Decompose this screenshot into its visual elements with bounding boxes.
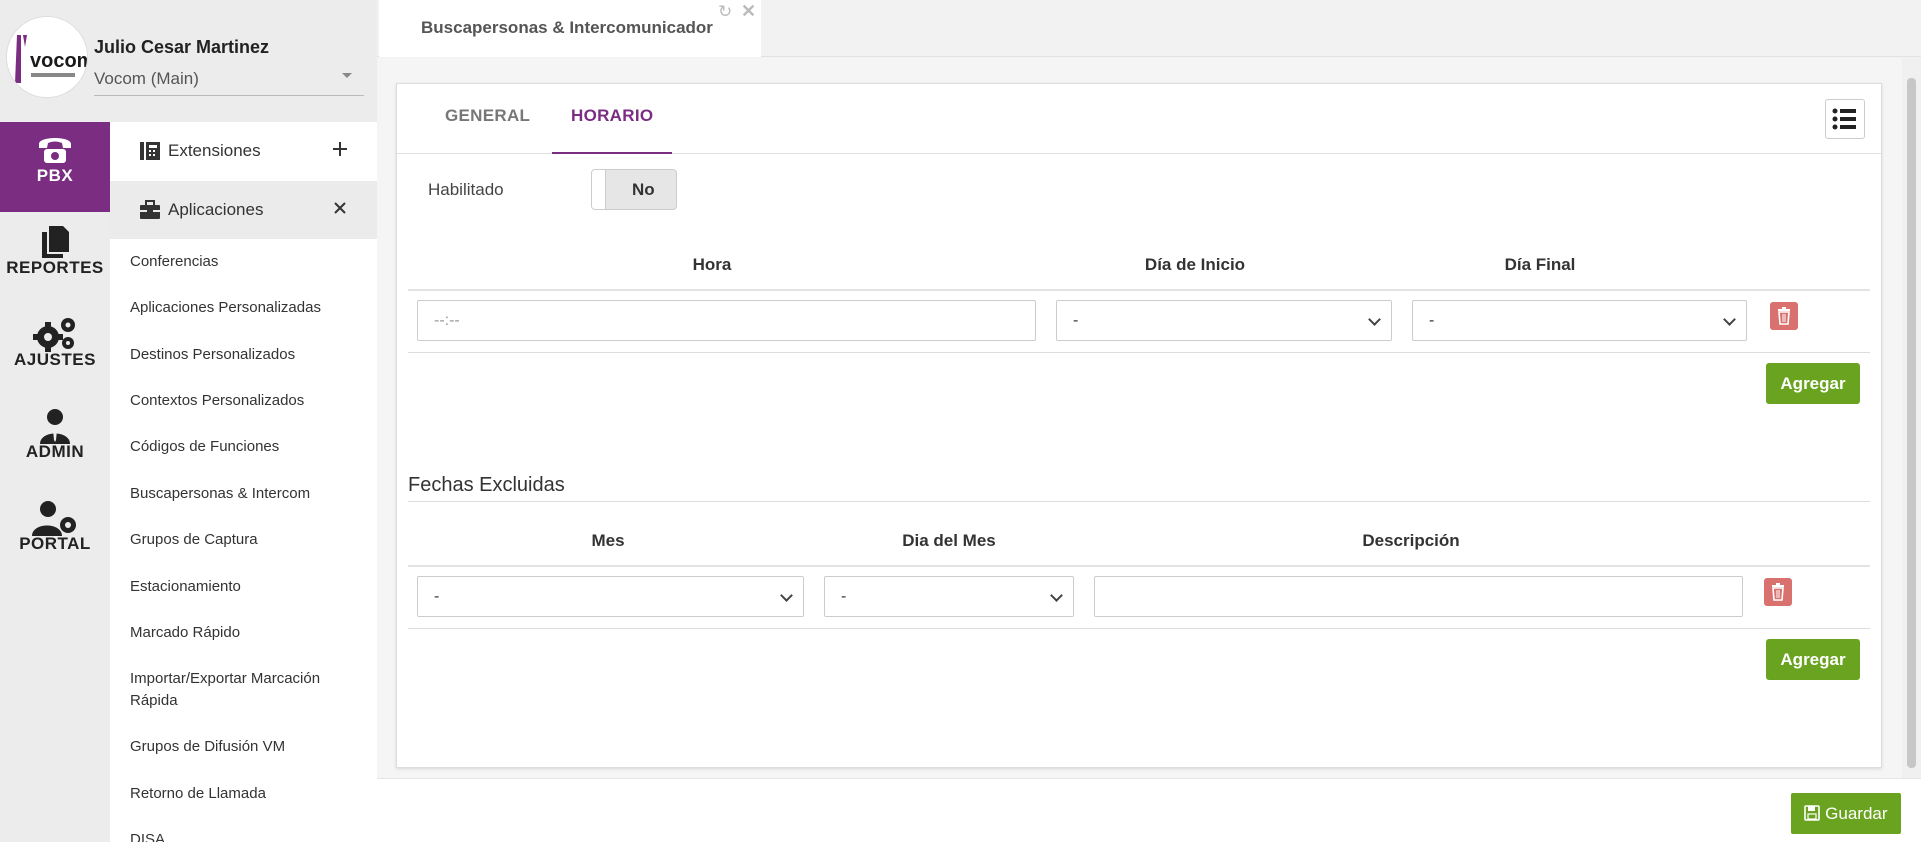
user-tie-icon	[0, 398, 110, 444]
add-schedule-button[interactable]: Agregar	[1766, 363, 1860, 404]
main-scrollbar[interactable]	[1902, 58, 1921, 778]
column-header-mes: Mes	[591, 531, 625, 550]
section-divider	[408, 501, 1870, 502]
description-input[interactable]	[1094, 576, 1743, 617]
submenu-item-destinos-personalizados[interactable]: Destinos Personalizados	[130, 344, 360, 366]
toolbox-icon	[140, 200, 160, 219]
column-header-dia-del-mes: Dia del Mes	[902, 531, 996, 550]
month-select-value: -	[434, 588, 440, 605]
enabled-toggle[interactable]: No	[591, 169, 677, 210]
rail-item-pbx[interactable]: PBX	[0, 122, 110, 212]
submenu-item-conferencias[interactable]: Conferencias	[130, 251, 360, 273]
submenu-section-label: Extensiones	[168, 141, 261, 160]
list-icon	[1832, 108, 1856, 130]
chevron-down-icon	[1368, 313, 1381, 326]
user-name: Julio Cesar Martinez	[94, 37, 270, 57]
delete-excluded-row-button[interactable]	[1764, 578, 1792, 606]
rail-item-ajustes[interactable]: AJUSTES	[0, 306, 110, 396]
submenu-section-extensiones[interactable]: Extensiones	[110, 122, 377, 180]
plus-icon[interactable]	[331, 140, 349, 158]
document-tab[interactable]: Buscapersonas & Intercomunicador ↻ ✕	[379, 0, 761, 57]
tab-general[interactable]: GENERAL	[445, 84, 530, 154]
tenant-select-value: Vocom (Main)	[94, 69, 199, 88]
phone-book-icon	[140, 142, 160, 160]
submenu-item-aplicaciones-personalizadas[interactable]: Aplicaciones Personalizadas	[130, 297, 360, 319]
company-logo: vocom	[6, 16, 88, 98]
rail-label: PORTAL	[19, 534, 91, 553]
submenu-item-grupos-de-difusion-vm[interactable]: Grupos de Difusión VM	[130, 736, 360, 758]
scrollbar-thumb[interactable]	[1907, 78, 1916, 768]
start-day-select[interactable]: -	[1056, 300, 1392, 341]
column-header-dia-final: Día Final	[1504, 255, 1576, 274]
chevron-down-icon	[780, 589, 793, 602]
caret-down-icon	[342, 73, 352, 78]
submenu-item-disa[interactable]: DISA	[130, 829, 360, 842]
row-divider	[408, 352, 1870, 353]
submenu-item-codigos-de-funciones[interactable]: Códigos de Funciones	[130, 436, 360, 458]
chevron-down-icon	[1050, 589, 1063, 602]
rail-item-reportes[interactable]: REPORTES	[0, 214, 110, 304]
gears-icon	[0, 306, 110, 352]
submenu-item-buscapersonas-intercom[interactable]: Buscapersonas & Intercom	[130, 483, 360, 505]
profile-header: vocom Julio Cesar Martinez Vocom (Main)	[0, 0, 377, 122]
tenant-select[interactable]: Vocom (Main)	[94, 66, 364, 96]
document-tab-strip: Buscapersonas & Intercomunicador ↻ ✕	[377, 0, 1921, 57]
chevron-down-icon	[1723, 313, 1736, 326]
month-select[interactable]: -	[417, 576, 804, 617]
form-tabs: GENERAL HORARIO	[397, 84, 1881, 154]
trash-icon	[1772, 583, 1784, 601]
table-header-divider	[408, 565, 1870, 567]
excluded-dates-title: Fechas Excluidas	[408, 474, 565, 496]
end-day-select[interactable]: -	[1412, 300, 1747, 341]
column-header-dia-inicio: Día de Inicio	[1144, 255, 1246, 274]
submenu-panel: Extensiones Aplicaciones Conferencias Ap…	[110, 122, 377, 842]
start-day-select-value: -	[1073, 312, 1079, 329]
column-header-descripcion: Descripción	[1362, 531, 1460, 550]
table-header-divider	[408, 289, 1870, 291]
submenu-item-estacionamiento[interactable]: Estacionamiento	[130, 576, 360, 598]
list-view-button[interactable]	[1825, 99, 1865, 139]
submenu-section-aplicaciones[interactable]: Aplicaciones	[110, 181, 377, 239]
save-button[interactable]: Guardar	[1791, 793, 1901, 834]
submenu-item-importar-exportar-marcacion-rapida[interactable]: Importar/Exportar Marcación Rápida	[130, 668, 360, 712]
row-divider	[408, 628, 1870, 629]
day-of-month-select[interactable]: -	[824, 576, 1074, 617]
document-tab-title: Buscapersonas & Intercomunicador	[421, 18, 713, 37]
rail-label: ADMIN	[25, 442, 85, 461]
submenu-item-retorno-de-llamada[interactable]: Retorno de Llamada	[130, 783, 360, 805]
floppy-disk-icon	[1804, 805, 1821, 821]
add-excluded-date-button[interactable]: Agregar	[1766, 639, 1860, 680]
save-button-label: Guardar	[1825, 804, 1888, 823]
close-tab-icon[interactable]: ✕	[741, 1, 756, 22]
close-icon[interactable]	[331, 199, 349, 217]
toggle-knob	[592, 170, 606, 209]
user-gear-icon	[0, 490, 110, 536]
enabled-label: Habilitado	[428, 180, 504, 199]
toggle-value: No	[632, 180, 655, 199]
day-of-month-select-value: -	[841, 588, 847, 605]
logo-wordmark: vocom	[30, 50, 88, 72]
column-header-hora: Hora	[692, 255, 732, 274]
hour-input[interactable]: --:--	[417, 300, 1036, 341]
form-card: GENERAL HORARIO Habilitado No Hora Día d…	[396, 83, 1882, 768]
end-day-select-value: -	[1429, 312, 1435, 329]
trash-icon	[1778, 307, 1790, 325]
rail-label: PBX	[36, 166, 74, 185]
refresh-icon[interactable]: ↻	[718, 2, 732, 22]
main-nav-rail: PBX REPORTES AJUSTES ADMIN PORTAL	[0, 122, 110, 842]
bottom-action-bar: Guardar	[377, 778, 1921, 842]
delete-schedule-row-button[interactable]	[1770, 302, 1798, 330]
submenu-item-marcado-rapido[interactable]: Marcado Rápido	[130, 622, 360, 644]
documents-icon	[0, 214, 110, 258]
submenu-item-contextos-personalizados[interactable]: Contextos Personalizados	[130, 390, 360, 412]
submenu-item-grupos-de-captura[interactable]: Grupos de Captura	[130, 529, 360, 551]
phone-icon	[0, 122, 110, 166]
submenu-section-label: Aplicaciones	[168, 200, 264, 219]
rail-item-portal[interactable]: PORTAL	[0, 490, 110, 580]
tab-horario[interactable]: HORARIO	[552, 84, 673, 154]
rail-label: AJUSTES	[14, 350, 96, 369]
rail-item-admin[interactable]: ADMIN	[0, 398, 110, 488]
rail-label: REPORTES	[6, 258, 104, 277]
